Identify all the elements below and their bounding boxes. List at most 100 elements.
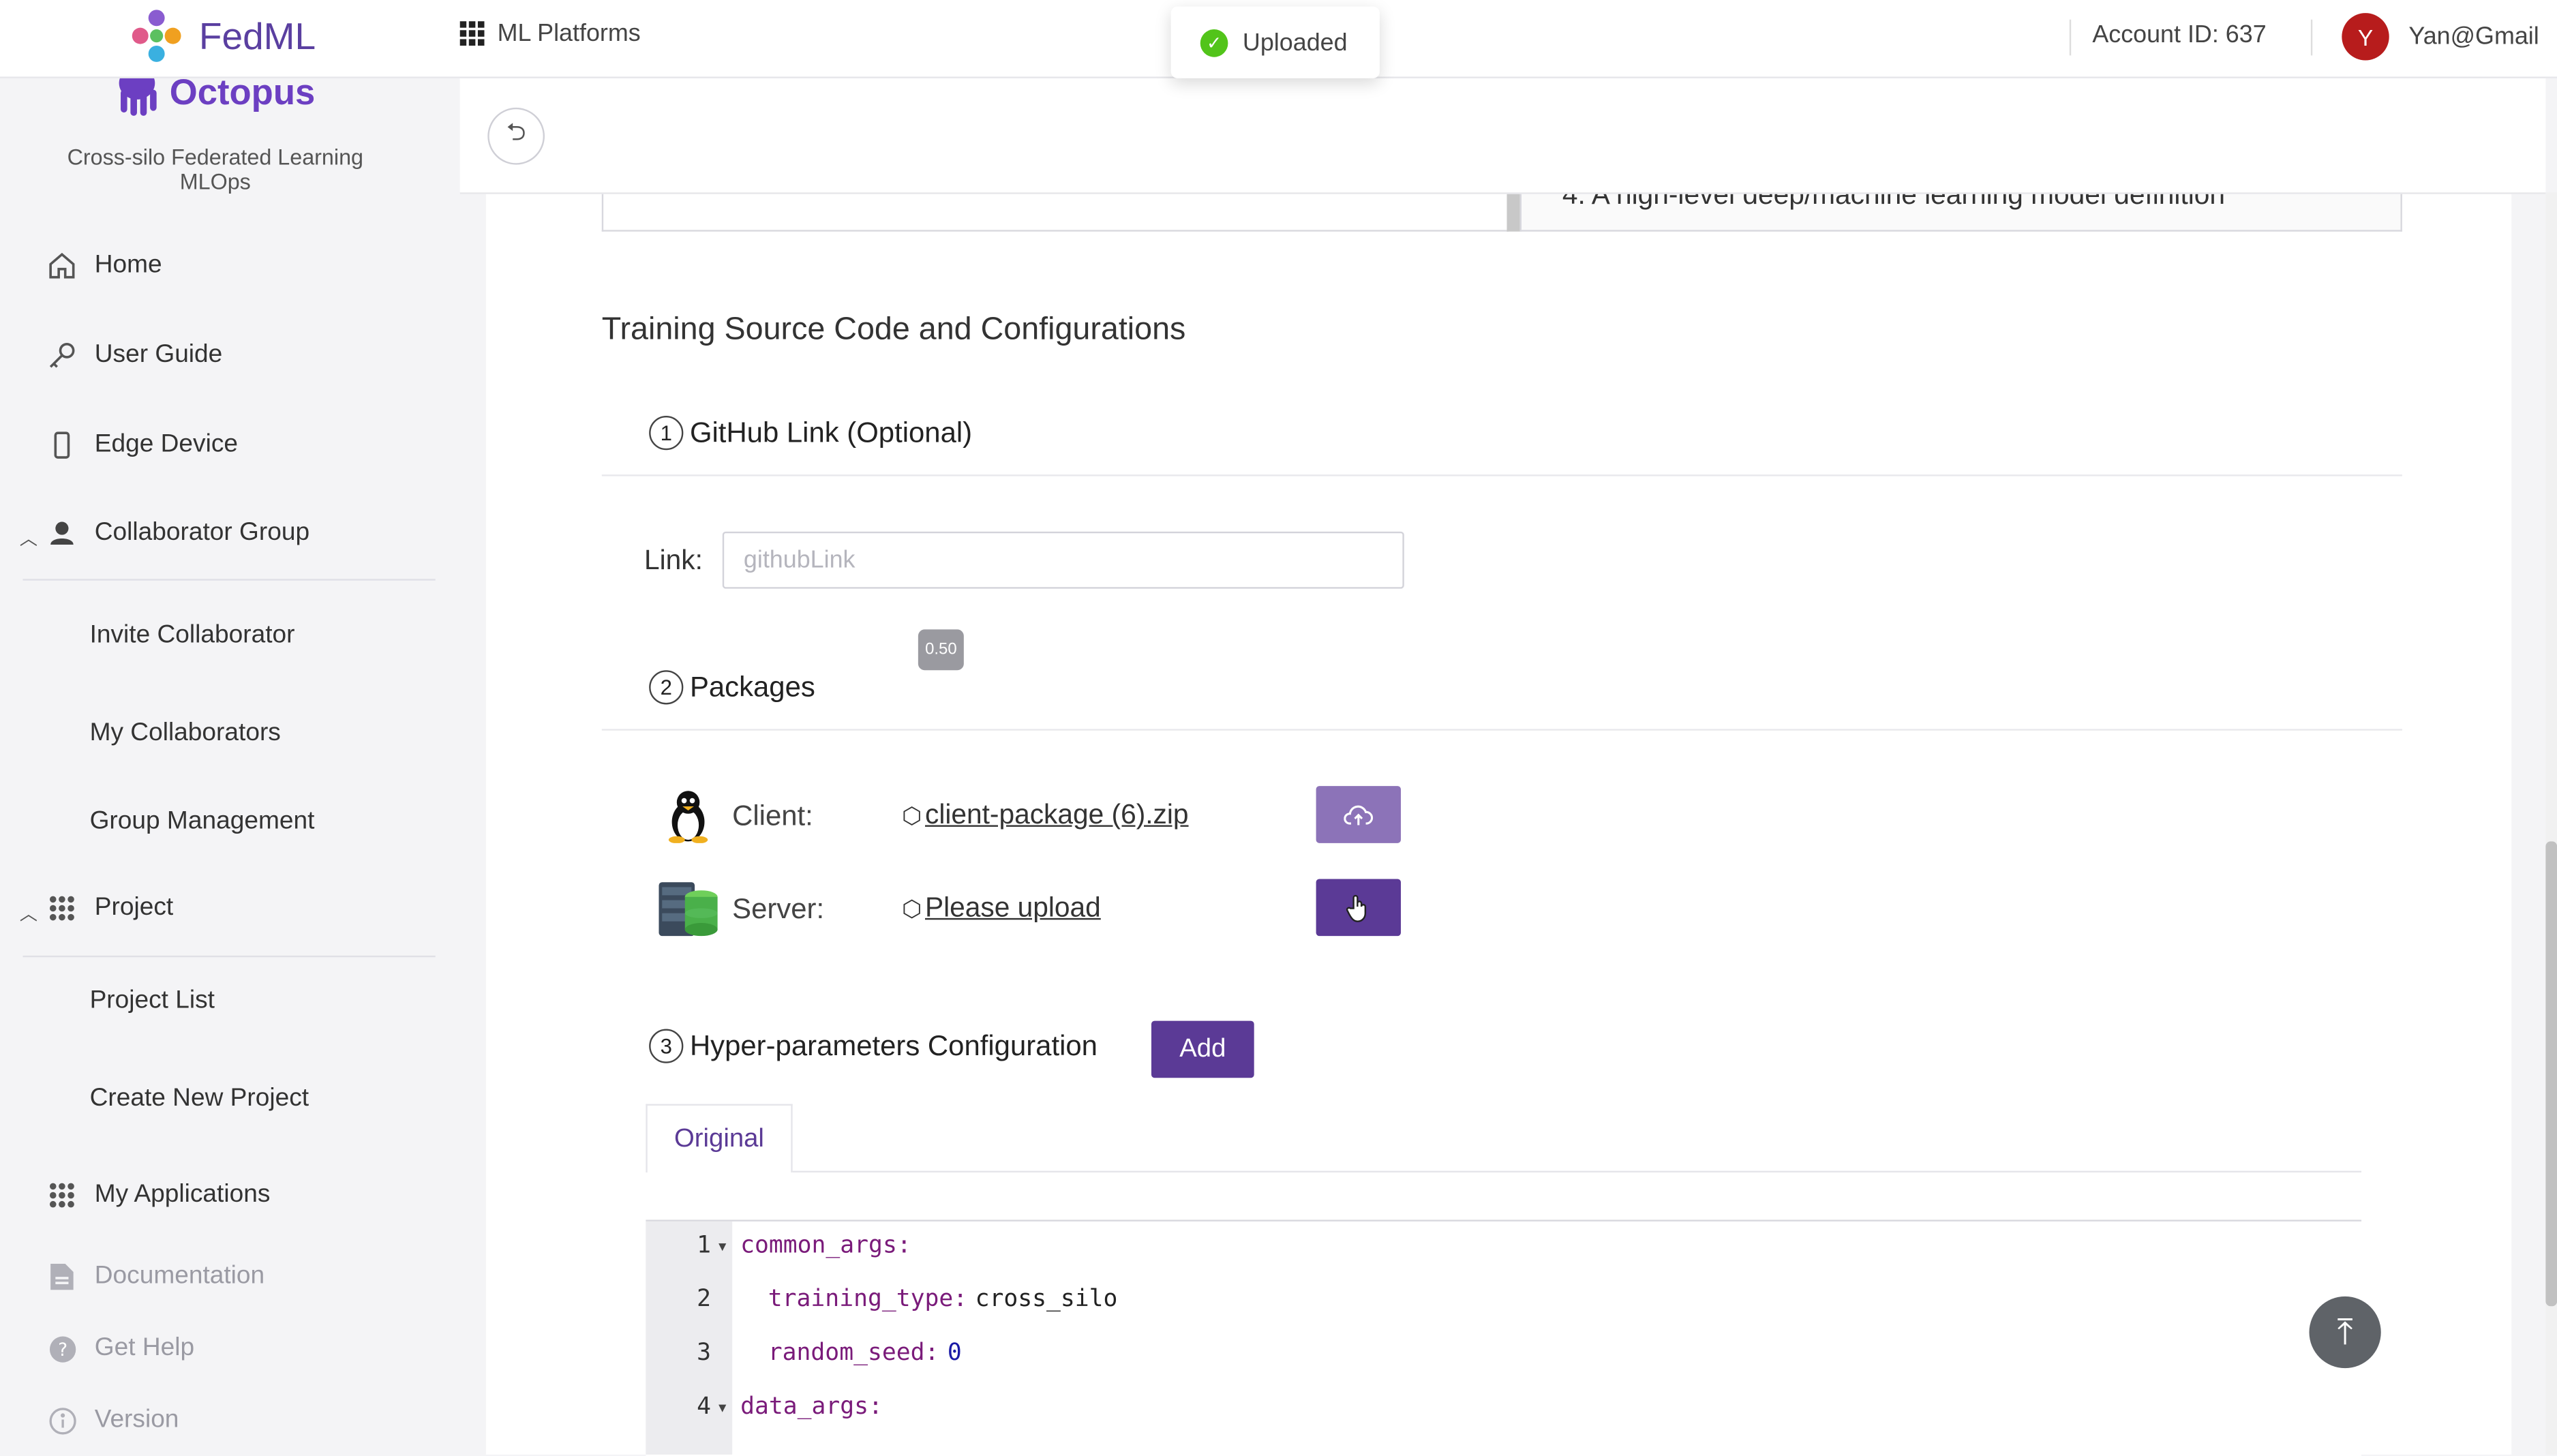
sidebar-item-user-guide[interactable]: User Guide (46, 339, 222, 372)
sidebar-item-my-collaborators[interactable]: My Collaborators (90, 719, 281, 748)
client-upload-button[interactable] (1316, 786, 1401, 843)
svg-text:?: ? (57, 1339, 67, 1360)
line-number: 2 (697, 1286, 712, 1313)
sidebar-item-project[interactable]: Project (46, 892, 173, 925)
user-menu[interactable]: Y Yan@Gmail (2342, 13, 2539, 61)
line-number: 1 (697, 1232, 712, 1259)
chevron-up-icon[interactable]: ︿ (20, 900, 37, 926)
ml-platforms-menu[interactable]: ML Platforms (459, 19, 641, 48)
cloud-upload-icon (1344, 804, 1374, 825)
line-number: 4 (697, 1394, 712, 1421)
client-label: Client: (732, 799, 813, 832)
page-scrollbar-thumb[interactable] (2545, 841, 2557, 1307)
server-package-file[interactable]: Please upload (925, 892, 1101, 925)
sidebar-item-home[interactable]: Home (46, 249, 162, 282)
fedml-logo-icon (132, 10, 181, 62)
link-label: Link: (644, 545, 703, 576)
fold-arrow-icon[interactable]: ▼ (716, 1239, 729, 1254)
brand-name: FedML (198, 14, 316, 57)
fedml-logo[interactable]: FedML (127, 7, 316, 65)
step-packages: 2 Packages (649, 670, 815, 705)
arrow-up-to-line-icon: ⤒ (2337, 1311, 2353, 1352)
sidebar-item-get-help[interactable]: ? Get Help (46, 1333, 194, 1365)
fold-arrow-icon[interactable]: ▼ (716, 1401, 729, 1416)
main-header: ⮌ (459, 76, 2546, 194)
sidebar-item-version[interactable]: Version (46, 1404, 179, 1437)
hand-cursor-icon (1346, 894, 1367, 922)
sidebar-item-collaborator-group[interactable]: Collaborator Group (46, 517, 309, 549)
server-package-link[interactable]: ⬡ Please upload (902, 892, 1101, 925)
step-github-link: 1 GitHub Link (Optional) (649, 416, 973, 451)
code-key: training_type: (768, 1286, 968, 1313)
previous-section-box (601, 192, 1509, 232)
sidebar-item-invite-collaborator[interactable]: Invite Collaborator (90, 621, 295, 650)
sidebar-item-label: Documentation (94, 1262, 265, 1290)
code-key: common_args: (740, 1232, 911, 1259)
sidebar: Octopus Cross-silo Federated Learning ML… (0, 76, 460, 1455)
info-circle-icon (46, 1404, 78, 1437)
section-title: Training Source Code and Configurations (601, 311, 1186, 348)
apps-icon (46, 892, 78, 925)
grid-icon (459, 21, 485, 46)
github-link-input[interactable] (722, 531, 1404, 589)
sidebar-item-label: Edge Device (94, 430, 239, 459)
divider (22, 579, 436, 581)
octopus-icon (119, 76, 157, 116)
previous-section-scrollbar[interactable] (1507, 192, 1520, 232)
sidebar-item-edge-device[interactable]: Edge Device (46, 429, 238, 461)
line-number: 3 (697, 1340, 712, 1367)
step-number: 2 (649, 670, 684, 705)
client-package-link[interactable]: ⬡ client-package (6).zip (902, 799, 1189, 832)
step-number: 1 (649, 416, 684, 451)
package-icon: ⬡ (901, 894, 922, 921)
chevron-up-icon[interactable]: ︿ (20, 525, 37, 551)
divider (22, 955, 436, 958)
sidebar-item-project-list[interactable]: Project List (90, 986, 215, 1016)
tab-original[interactable]: Original (646, 1104, 793, 1173)
sidebar-item-label: User Guide (94, 340, 223, 369)
home-icon (46, 249, 78, 282)
code-key: data_args: (740, 1394, 883, 1421)
upload-toast: ✓ Uploaded (1170, 6, 1380, 78)
divider (2069, 19, 2072, 56)
sidebar-item-create-new-project[interactable]: Create New Project (90, 1085, 309, 1114)
step-title: GitHub Link (Optional) (689, 416, 973, 449)
sidebar-subtitle: Cross-silo Federated Learning MLOps (67, 145, 363, 194)
package-icon: ⬡ (901, 801, 922, 828)
user-name: Yan@Gmail (2408, 22, 2539, 51)
octopus-logo: Octopus (111, 76, 315, 119)
sidebar-item-label: Collaborator Group (94, 518, 310, 547)
avatar: Y (2342, 13, 2389, 61)
divider (2310, 19, 2313, 56)
sidebar-item-label: Get Help (94, 1333, 195, 1362)
user-icon (46, 517, 78, 549)
server-label: Server: (732, 892, 825, 925)
sidebar-item-my-applications[interactable]: My Applications (46, 1179, 270, 1212)
step-hyper-parameters: 3 Hyper-parameters Configuration (649, 1029, 1098, 1063)
account-id: Account ID: 637 (2092, 21, 2267, 49)
divider (601, 474, 2402, 476)
add-button[interactable]: Add (1151, 1020, 1254, 1078)
divider (601, 729, 2402, 731)
server-icon (657, 881, 719, 939)
zoom-badge: 0.50 (918, 629, 964, 671)
sidebar-item-label: Version (94, 1406, 179, 1434)
sidebar-item-label: Project (94, 893, 174, 922)
client-package-file[interactable]: client-package (6).zip (925, 799, 1189, 832)
sidebar-item-label: Home (94, 251, 162, 279)
undo-icon: ⮌ (506, 119, 526, 147)
linux-icon (662, 787, 714, 843)
sidebar-item-label: My Applications (94, 1181, 271, 1209)
toast-message: Uploaded (1242, 28, 1348, 57)
key-icon (46, 339, 78, 372)
apps-icon (46, 1179, 78, 1212)
sidebar-item-group-management[interactable]: Group Management (90, 807, 315, 836)
code-key: random_seed: (768, 1340, 939, 1367)
document-icon (46, 1260, 78, 1293)
ml-platforms-label: ML Platforms (497, 19, 641, 48)
sidebar-item-documentation[interactable]: Documentation (46, 1260, 264, 1293)
step-title: Packages (689, 670, 815, 703)
server-upload-button[interactable] (1316, 879, 1401, 937)
back-to-top-button[interactable]: ⤒ (2309, 1296, 2381, 1369)
back-button[interactable]: ⮌ (487, 107, 545, 165)
